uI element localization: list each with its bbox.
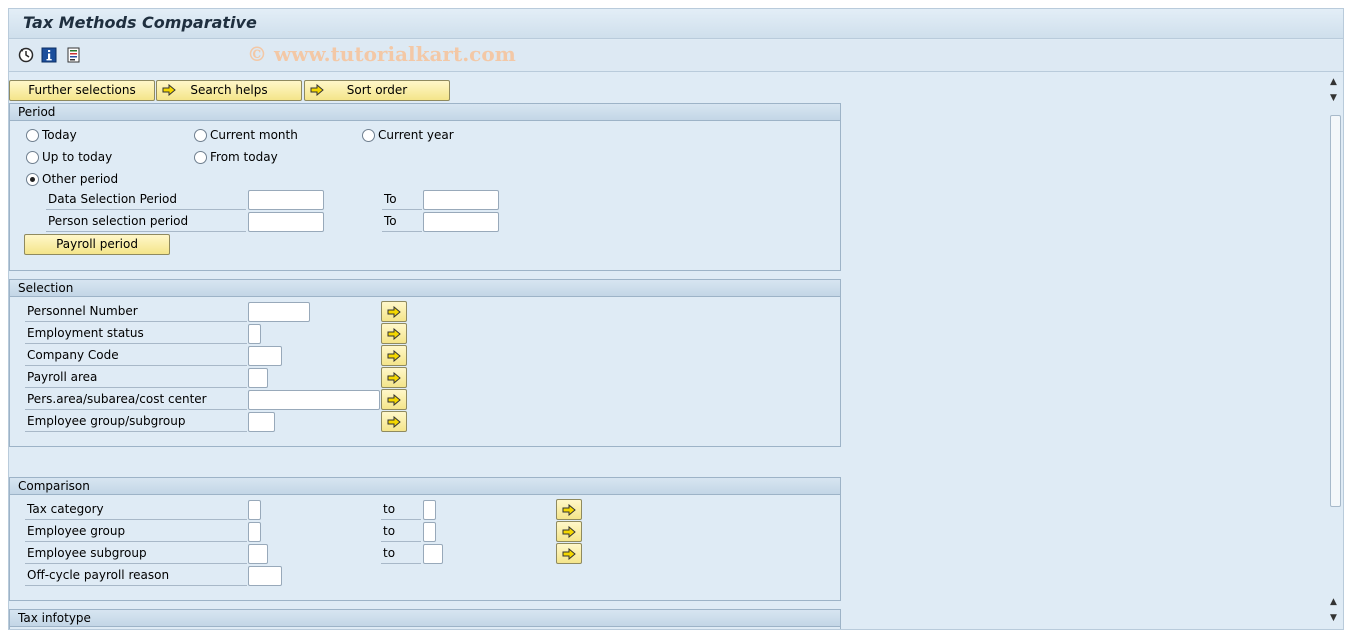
- to-label: to: [381, 522, 421, 542]
- company-code-input[interactable]: [248, 346, 282, 366]
- sap-window: Tax Methods Comparative © www.tutorialka…: [8, 8, 1344, 630]
- to-label: to: [381, 500, 421, 520]
- sort-order-label: Sort order: [346, 83, 408, 97]
- selection-group: Selection Personnel Number Employment st…: [9, 279, 841, 447]
- to-label: To: [382, 212, 422, 232]
- radio-button[interactable]: [26, 128, 39, 142]
- off-cycle-reason-input[interactable]: [248, 566, 282, 586]
- radio-button-selected[interactable]: [26, 172, 39, 186]
- person-selection-to-input[interactable]: [423, 212, 499, 232]
- further-selections-button[interactable]: Further selections: [9, 80, 155, 101]
- to-label: To: [382, 190, 422, 210]
- variant-icon[interactable]: [65, 46, 83, 64]
- vertical-scrollbar[interactable]: ▲ ▼ ▲ ▼: [1327, 73, 1343, 629]
- title-bar: Tax Methods Comparative: [9, 9, 1343, 39]
- to-label: to: [381, 544, 421, 564]
- tax-category-from-input[interactable]: [248, 500, 261, 520]
- watermark-text: © www.tutorialkart.com: [247, 42, 516, 66]
- person-selection-from-input[interactable]: [248, 212, 324, 232]
- data-selection-period-label: Data Selection Period: [46, 190, 246, 210]
- radio-button[interactable]: [194, 150, 207, 164]
- employment-status-label: Employment status: [25, 324, 247, 344]
- personnel-number-label: Personnel Number: [25, 302, 247, 322]
- radio-current-month-label: Current month: [210, 128, 298, 142]
- period-group: Period Today Current month Current year …: [9, 103, 841, 271]
- arrow-right-icon: [310, 83, 324, 102]
- radio-from-today-label: From today: [210, 150, 278, 164]
- comparison-group-title: Comparison: [10, 478, 840, 495]
- multiple-selection-button[interactable]: [381, 345, 407, 366]
- radio-button[interactable]: [26, 150, 39, 164]
- employee-subgroup-to-input[interactable]: [423, 544, 443, 564]
- employee-group-to-input[interactable]: [423, 522, 436, 542]
- pers-area-label: Pers.area/subarea/cost center: [25, 390, 247, 410]
- scroll-down-arrow-icon[interactable]: ▼: [1330, 613, 1337, 623]
- tax-infotype-group: Tax infotype: [9, 609, 841, 629]
- multiple-selection-button[interactable]: [556, 499, 582, 520]
- scrollbar-thumb[interactable]: [1330, 115, 1341, 507]
- multiple-selection-button[interactable]: [381, 301, 407, 322]
- search-helps-button[interactable]: Search helps: [156, 80, 302, 101]
- radio-today[interactable]: Today: [26, 128, 77, 142]
- radio-up-to-today-label: Up to today: [42, 150, 113, 164]
- off-cycle-reason-label: Off-cycle payroll reason: [25, 566, 247, 586]
- tax-category-label: Tax category: [25, 500, 247, 520]
- arrow-right-icon: [162, 83, 176, 102]
- radio-current-month[interactable]: Current month: [194, 128, 298, 142]
- sort-order-button[interactable]: Sort order: [304, 80, 450, 101]
- radio-button[interactable]: [362, 128, 375, 142]
- scroll-down-arrow-icon[interactable]: ▲: [1330, 597, 1337, 607]
- tax-infotype-group-title: Tax infotype: [10, 610, 840, 627]
- person-selection-period-label: Person selection period: [46, 212, 246, 232]
- comparison-group: Comparison Tax category to Employee grou…: [9, 477, 841, 601]
- search-helps-label: Search helps: [190, 83, 268, 97]
- window-title: Tax Methods Comparative: [23, 13, 257, 32]
- selection-group-title: Selection: [10, 280, 840, 297]
- application-toolbar: © www.tutorialkart.com: [9, 40, 1343, 72]
- payroll-area-input[interactable]: [248, 368, 268, 388]
- personnel-number-input[interactable]: [248, 302, 310, 322]
- data-selection-to-input[interactable]: [423, 190, 499, 210]
- period-group-title: Period: [10, 104, 840, 121]
- further-selections-label: Further selections: [28, 83, 136, 97]
- employee-group-subgroup-label: Employee group/subgroup: [25, 412, 247, 432]
- multiple-selection-button[interactable]: [556, 543, 582, 564]
- company-code-label: Company Code: [25, 346, 247, 366]
- scroll-up-arrow-icon[interactable]: ▼: [1330, 93, 1337, 103]
- employment-status-input[interactable]: [248, 324, 261, 344]
- radio-button[interactable]: [194, 128, 207, 142]
- scroll-up-arrow-icon[interactable]: ▲: [1330, 77, 1337, 87]
- multiple-selection-button[interactable]: [381, 411, 407, 432]
- data-selection-from-input[interactable]: [248, 190, 324, 210]
- multiple-selection-button[interactable]: [556, 521, 582, 542]
- radio-today-label: Today: [42, 128, 77, 142]
- info-icon[interactable]: [40, 46, 58, 64]
- employee-group-label: Employee group: [25, 522, 247, 542]
- radio-other-period[interactable]: Other period: [26, 172, 118, 186]
- radio-current-year-label: Current year: [378, 128, 454, 142]
- execute-icon[interactable]: [17, 46, 35, 64]
- tax-category-to-input[interactable]: [423, 500, 436, 520]
- selection-screen: Further selections Search helps Sort ord…: [9, 73, 1327, 629]
- pers-area-input[interactable]: [248, 390, 380, 410]
- multiple-selection-button[interactable]: [381, 367, 407, 388]
- employee-subgroup-label: Employee subgroup: [25, 544, 247, 564]
- radio-current-year[interactable]: Current year: [362, 128, 454, 142]
- radio-from-today[interactable]: From today: [194, 150, 278, 164]
- employee-group-subgroup-input[interactable]: [248, 412, 275, 432]
- payroll-area-label: Payroll area: [25, 368, 247, 388]
- employee-group-from-input[interactable]: [248, 522, 261, 542]
- multiple-selection-button[interactable]: [381, 389, 407, 410]
- radio-other-period-label: Other period: [42, 172, 119, 186]
- employee-subgroup-from-input[interactable]: [248, 544, 268, 564]
- radio-up-to-today[interactable]: Up to today: [26, 150, 112, 164]
- payroll-period-button[interactable]: Payroll period: [24, 234, 170, 255]
- multiple-selection-button[interactable]: [381, 323, 407, 344]
